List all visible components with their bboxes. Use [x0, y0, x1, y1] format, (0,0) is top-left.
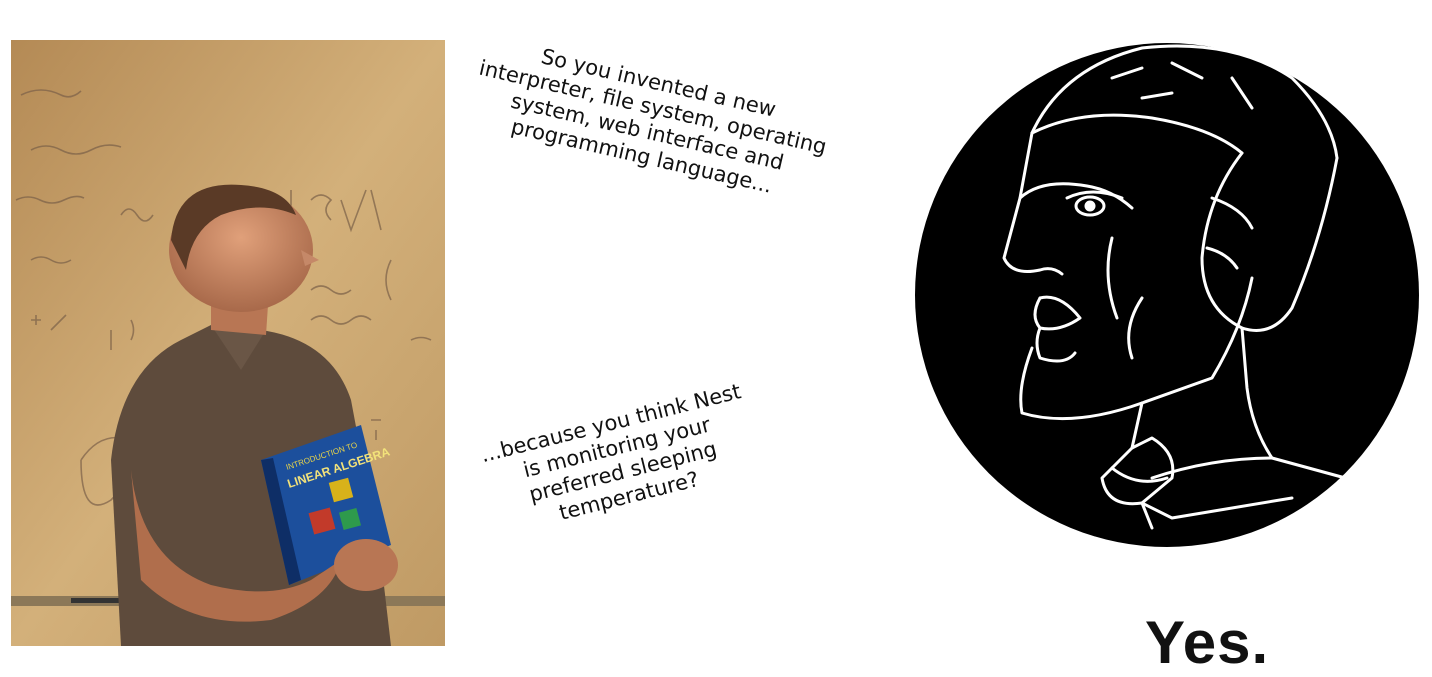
- caption-question: So you invented a new interpreter, file …: [476, 44, 829, 198]
- black-circle: [915, 43, 1419, 547]
- man-with-book-photo: INTRODUCTION TO LINEAR ALGEBRA: [11, 40, 445, 646]
- marker: [71, 598, 121, 603]
- chad-profile-drawing: [912, 8, 1432, 588]
- yes-answer: Yes.: [1145, 609, 1270, 676]
- profile-svg: [915, 43, 1419, 547]
- photo-illustration: INTRODUCTION TO LINEAR ALGEBRA: [11, 40, 445, 646]
- caption-reason: ...because you think Nest is monitoring …: [478, 379, 744, 525]
- hands: [334, 539, 398, 591]
